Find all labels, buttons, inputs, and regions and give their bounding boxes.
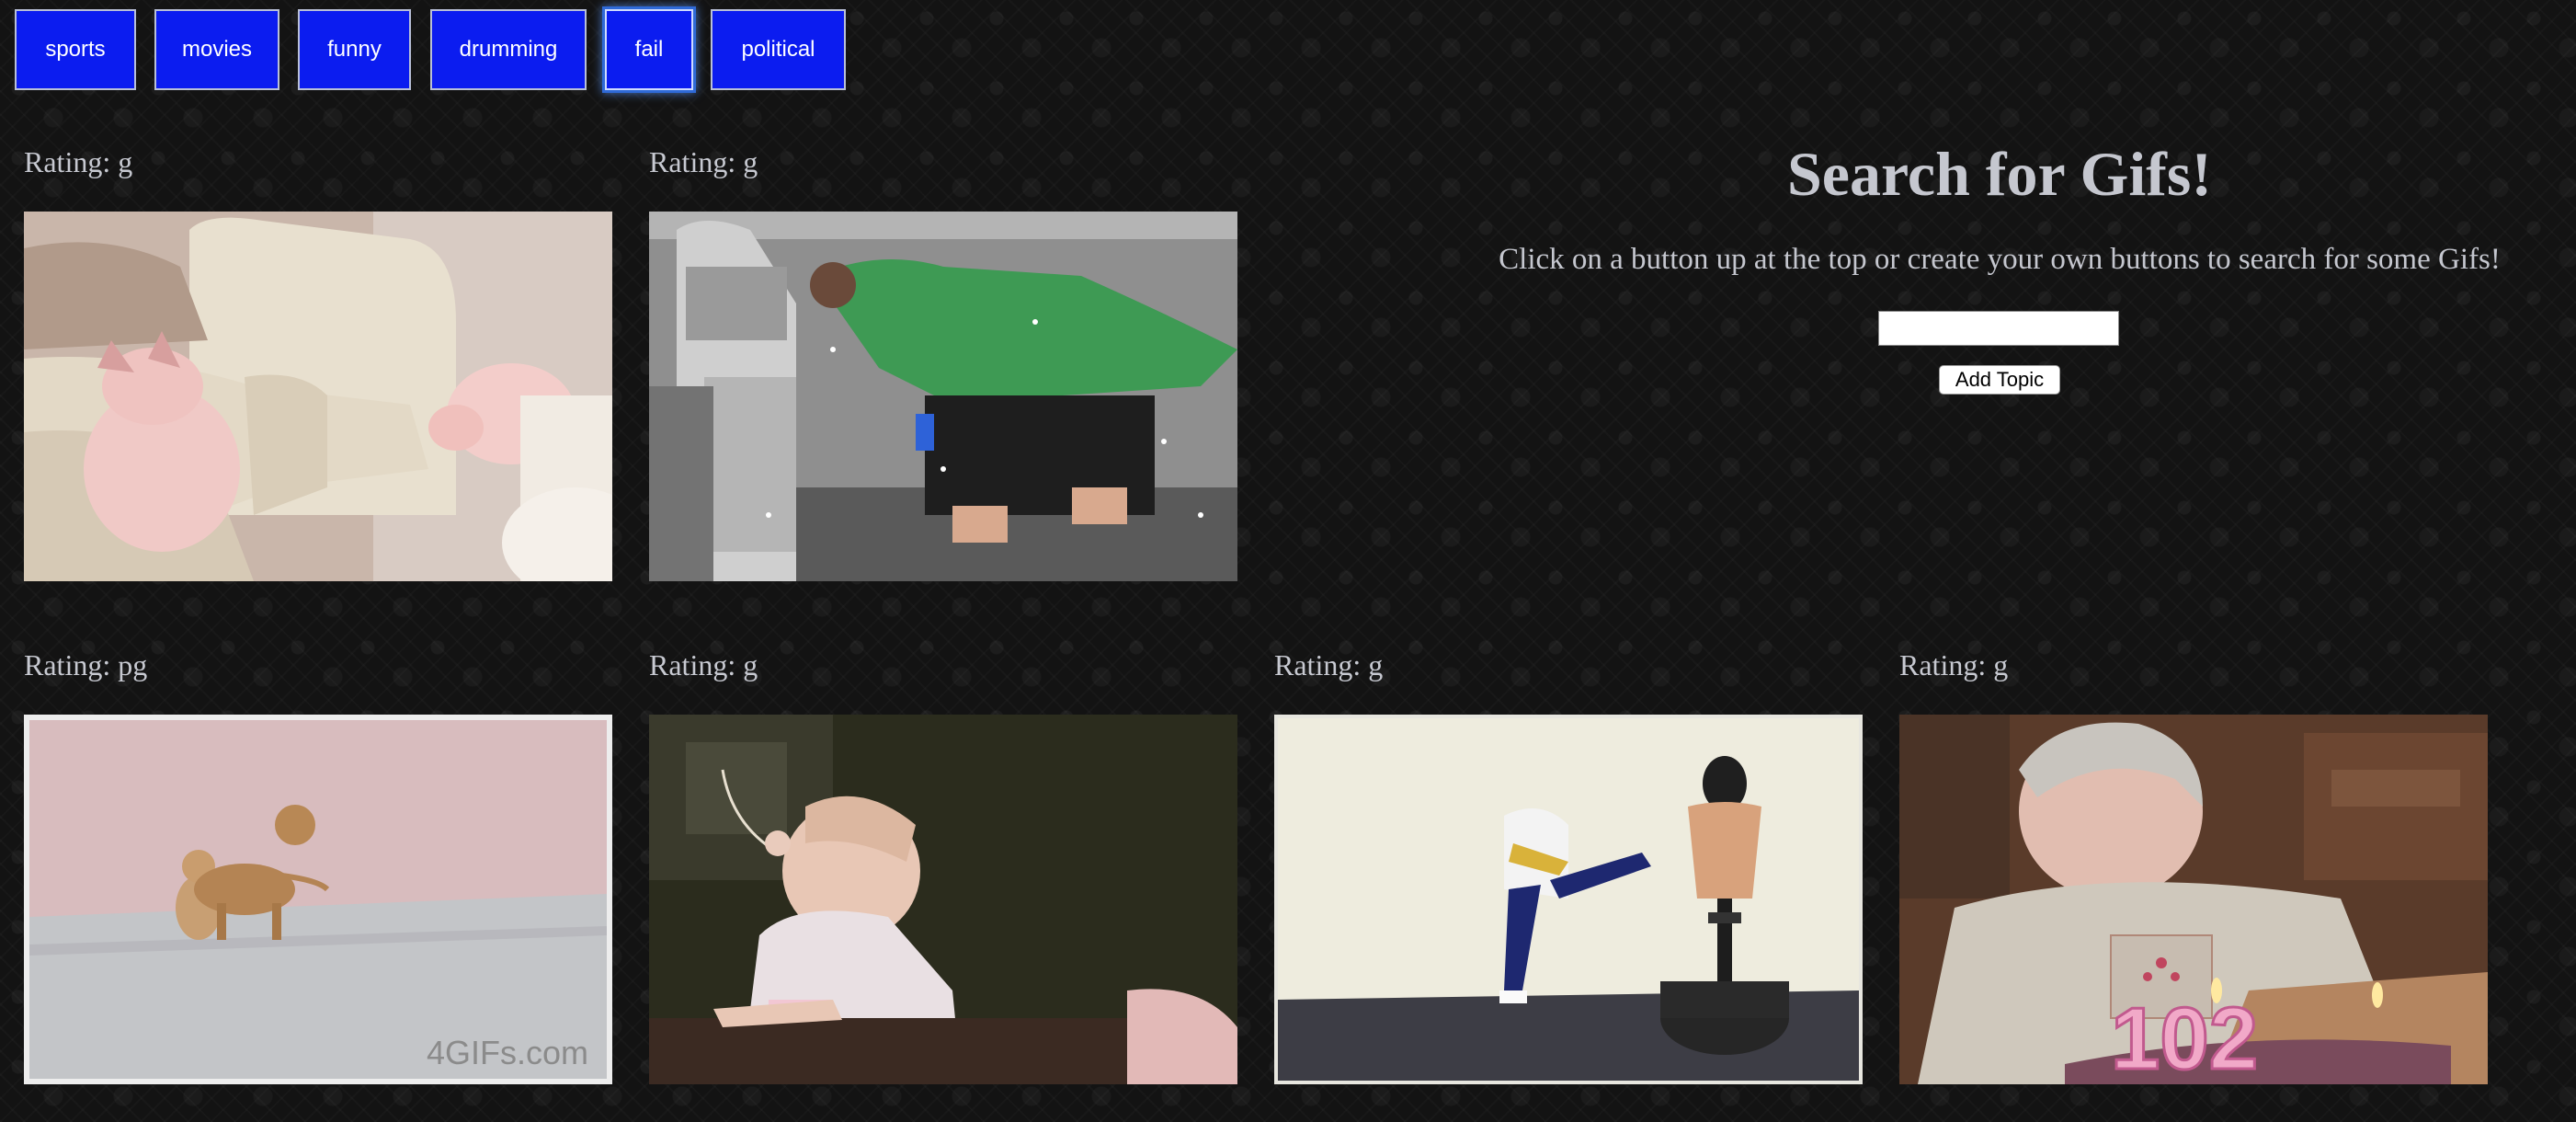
gif-baby-svg <box>649 715 1237 1084</box>
gif-image-atm[interactable] <box>649 212 1237 581</box>
topic-input[interactable] <box>1878 311 2119 346</box>
gif-image-baby[interactable] <box>649 715 1237 1084</box>
gif-rating: Rating: g <box>24 145 133 178</box>
cake-candles-number: 102 <box>2111 990 2258 1084</box>
page-title: Search for Gifs! <box>1786 139 2213 209</box>
gif-rating: Rating: pg <box>24 648 148 681</box>
gif-rating: Rating: g <box>649 145 758 178</box>
gif-image-pigs[interactable] <box>24 212 612 581</box>
search-instructions: Click on a button up at the top or creat… <box>1499 243 2501 276</box>
topic-button-sports[interactable]: sports <box>15 9 136 90</box>
gif-image-chihuahuas[interactable]: 4GIFs.com <box>24 715 612 1084</box>
gif-rating: Rating: g <box>649 648 758 681</box>
topic-button-movies[interactable]: movies <box>154 9 279 90</box>
gif-rating: Rating: g <box>1274 648 1384 681</box>
topic-button-drumming[interactable]: drumming <box>430 9 587 90</box>
gif-pigs-svg <box>24 212 612 581</box>
gif-rating: Rating: g <box>1899 648 2009 681</box>
gif-image-birthday[interactable]: 102 <box>1899 715 2488 1084</box>
add-topic-button[interactable]: Add Topic <box>1939 365 2060 395</box>
topic-button-funny[interactable]: funny <box>298 9 411 90</box>
gif-kick-svg <box>1274 715 1863 1084</box>
gif-watermark: 4GIFs.com <box>427 1034 588 1071</box>
gif-atm-svg <box>649 212 1237 581</box>
gif-birthday-svg: 102 <box>1899 715 2488 1084</box>
gif-chihuahuas-svg: 4GIFs.com <box>24 715 612 1084</box>
gif-image-kick[interactable] <box>1274 715 1863 1084</box>
topic-button-political[interactable]: political <box>711 9 846 90</box>
topic-button-fail[interactable]: fail <box>605 9 693 90</box>
